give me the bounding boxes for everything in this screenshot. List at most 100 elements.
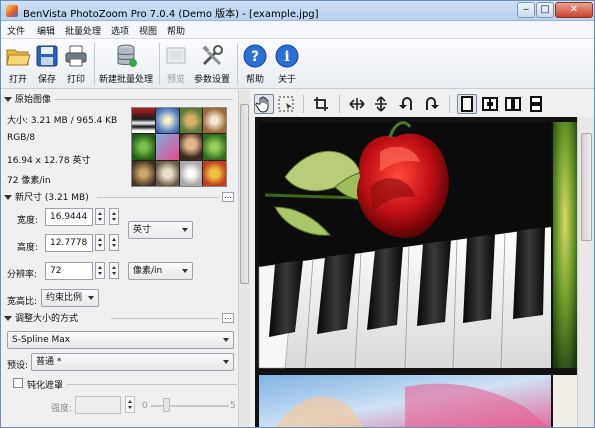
- new-size-more-button[interactable]: ...: [222, 192, 234, 202]
- collapse-arrow-icon: [4, 195, 12, 200]
- pan-tool-button[interactable]: [254, 94, 274, 114]
- split-view-button[interactable]: [480, 94, 500, 114]
- side-by-side-icon: [505, 97, 521, 111]
- menu-options[interactable]: 选项: [111, 24, 129, 37]
- flip-vertical-button[interactable]: [371, 94, 391, 114]
- close-button[interactable]: ✕: [555, 2, 593, 18]
- settings-button[interactable]: 参数设置: [192, 41, 232, 87]
- divider: [111, 318, 219, 319]
- about-label: 关于: [277, 75, 296, 85]
- about-button[interactable]: i 关于: [273, 41, 301, 87]
- resolution-spinner[interactable]: [95, 262, 105, 279]
- strength-input: [75, 396, 121, 414]
- scrollbar-thumb[interactable]: [581, 133, 592, 241]
- resolution-input[interactable]: 72: [45, 262, 93, 280]
- open-label: 打开: [8, 75, 27, 85]
- width-label: 宽度:: [17, 216, 39, 226]
- preview-scrollbar[interactable]: [577, 117, 594, 427]
- chevron-down-icon: [223, 338, 229, 342]
- print-label: 打印: [66, 75, 85, 85]
- strength-slider-thumb: [163, 398, 170, 412]
- resolution-label: 分辨率:: [7, 270, 38, 280]
- side-by-side-view-button[interactable]: [503, 94, 523, 114]
- menu-batch[interactable]: 批量处理: [65, 24, 101, 37]
- section-new-size-header[interactable]: 新尺寸 (3.21 MB): [4, 190, 89, 203]
- thumbnail-tile: [179, 160, 203, 186]
- toolbar-divider: [449, 95, 450, 113]
- thumbnail-tile: [155, 108, 179, 134]
- settings-label: 参数设置: [193, 75, 230, 85]
- height-input[interactable]: 12.7778: [45, 234, 93, 252]
- toolbar-divider: [339, 95, 340, 113]
- preset-value: 普通 *: [36, 357, 62, 367]
- chevron-down-icon: [223, 360, 229, 364]
- preset-select[interactable]: 普通 *: [31, 353, 234, 371]
- menu-file[interactable]: 文件: [7, 24, 25, 37]
- preview-canvas[interactable]: [255, 117, 577, 427]
- height-spinner[interactable]: [95, 234, 105, 251]
- open-button[interactable]: 打开: [4, 41, 32, 87]
- thumbnail-tile: [132, 160, 155, 186]
- maximize-button[interactable]: □: [536, 2, 554, 18]
- toolbar: 打开 保存 打印 新建批量处理 预览 参数设置 ? 帮助 i 关于: [1, 39, 594, 89]
- menu-view[interactable]: 视图: [139, 24, 157, 37]
- menu-help[interactable]: 帮助: [167, 24, 185, 37]
- menu-edit[interactable]: 编辑: [37, 24, 55, 37]
- window-title: BenVista PhotoZoom Pro 7.0.4 (Demo 版本) -…: [23, 9, 319, 20]
- flip-horizontal-button[interactable]: [347, 94, 367, 114]
- scrollbar-thumb[interactable]: [240, 104, 249, 284]
- single-view-button[interactable]: [457, 94, 477, 114]
- resize-method-value: S-Spline Max: [12, 335, 71, 345]
- rotate-right-icon: [426, 97, 439, 110]
- preview-toolbar: [251, 90, 594, 117]
- help-question-icon: ?: [243, 44, 267, 68]
- strength-label: 强度:: [51, 404, 73, 414]
- section-resize-header[interactable]: 调整大小的方式: [4, 311, 78, 324]
- height-lock-spinner[interactable]: [109, 234, 119, 251]
- resize-method-select[interactable]: S-Spline Max: [7, 331, 234, 349]
- size-unit-select[interactable]: 英寸: [128, 221, 193, 239]
- minimize-button[interactable]: ‒: [517, 2, 535, 18]
- settings-panel-scrollbar[interactable]: [238, 90, 250, 427]
- original-resolution: 72 像素/in: [7, 176, 51, 186]
- resolution-unit-value: 像素/in: [133, 266, 163, 276]
- svg-text:?: ?: [251, 49, 259, 65]
- tools-icon: [202, 45, 223, 66]
- help-button[interactable]: ? 帮助: [241, 41, 269, 87]
- section-original-header[interactable]: 原始图像: [4, 92, 51, 105]
- unsharp-mask-checkbox[interactable]: [13, 378, 23, 388]
- rotate-left-button[interactable]: [397, 94, 417, 114]
- folder-open-icon: [6, 49, 31, 66]
- preview-image: [255, 117, 577, 427]
- height-label: 高度:: [17, 243, 39, 253]
- crop-button[interactable]: [311, 94, 331, 114]
- section-resize-title: 调整大小的方式: [15, 314, 79, 324]
- thumbnail-tile: [179, 108, 203, 134]
- print-button[interactable]: 打印: [62, 41, 90, 87]
- chevron-down-icon: [182, 269, 188, 273]
- save-button[interactable]: 保存: [33, 41, 61, 87]
- menu-bar: 文件 编辑 批量处理 选项 视图 帮助: [1, 22, 594, 39]
- width-lock-spinner[interactable]: [109, 208, 119, 225]
- save-label: 保存: [37, 75, 56, 85]
- new-batch-button[interactable]: 新建批量处理: [97, 41, 155, 87]
- rotate-right-button[interactable]: [421, 94, 441, 114]
- width-input[interactable]: 16.9444: [45, 208, 93, 226]
- toolbar-divider: [303, 95, 304, 113]
- width-spinner[interactable]: [95, 208, 105, 225]
- aspect-ratio-select[interactable]: 约束比例: [41, 289, 99, 307]
- aspect-ratio-value: 约束比例: [46, 293, 83, 303]
- info-icon: i: [275, 44, 299, 68]
- hand-icon: [255, 96, 269, 113]
- resize-more-button[interactable]: ...: [222, 313, 234, 323]
- stacked-view-button[interactable]: [526, 94, 546, 114]
- select-tool-button[interactable]: [276, 94, 296, 114]
- strength-max: 5: [230, 401, 236, 411]
- original-thumbnail: [131, 107, 227, 187]
- strength-spinner: [125, 396, 135, 413]
- resolution-lock-spinner[interactable]: [109, 262, 119, 279]
- thumbnail-tile: [132, 134, 155, 160]
- resolution-unit-select[interactable]: 像素/in: [128, 262, 193, 280]
- preview-window-icon: [166, 47, 186, 64]
- strength-min: 0: [142, 401, 148, 411]
